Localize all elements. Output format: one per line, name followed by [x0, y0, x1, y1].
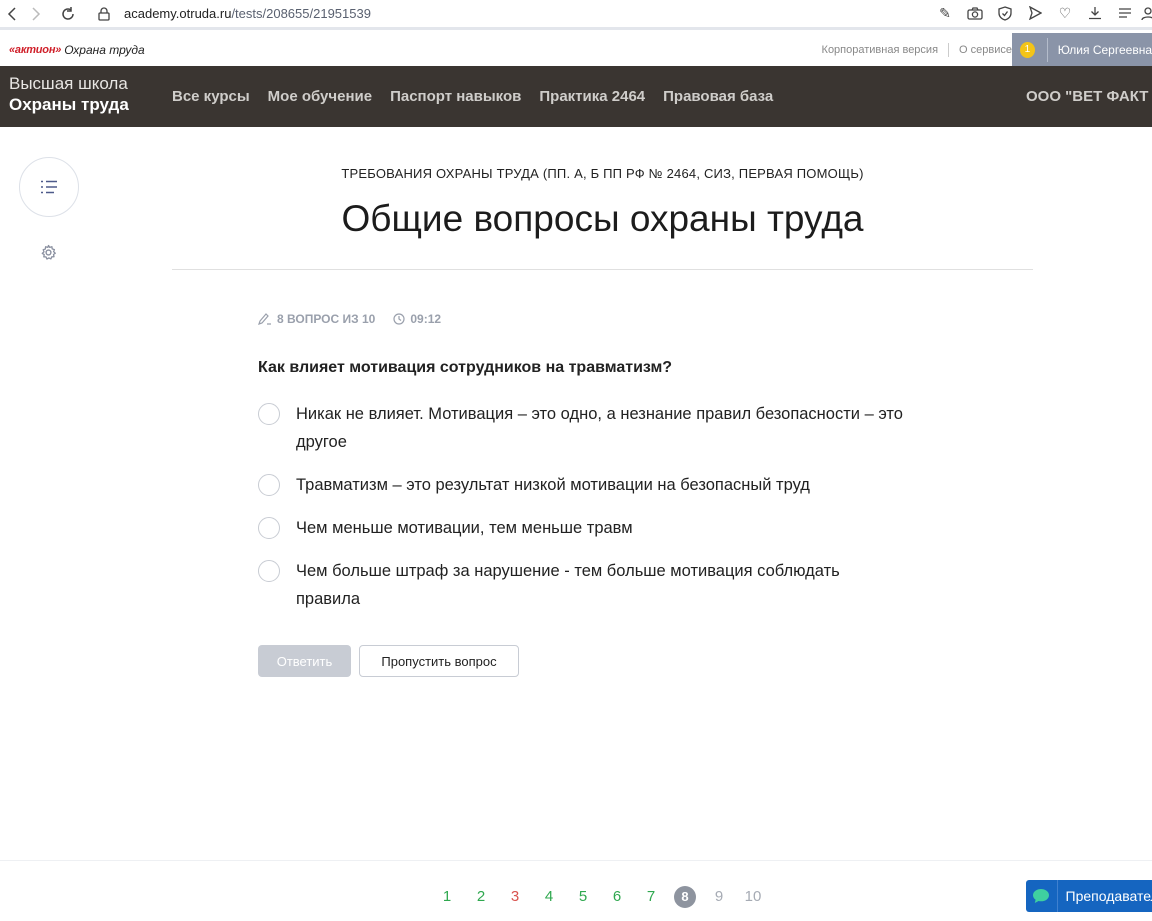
answer-option-label[interactable]: Травматизм – это результат низкой мотива…	[296, 471, 810, 499]
page-title: Общие вопросы охраны труда	[341, 198, 864, 239]
lock-icon	[98, 6, 110, 21]
question-timer: 09:12	[393, 312, 441, 326]
header-divider	[172, 269, 1033, 270]
brand-name: «актион»	[9, 43, 62, 56]
forward-icon[interactable]	[24, 4, 48, 24]
address-bar[interactable]: academy.otruda.ru /tests/208655/21951539	[98, 6, 371, 21]
page-link-4[interactable]: 4	[532, 885, 566, 909]
reload-icon[interactable]	[56, 4, 80, 24]
list-icon	[41, 180, 57, 194]
radio-button[interactable]	[258, 560, 280, 582]
question-text: Как влияет мотивация сотрудников на трав…	[258, 359, 673, 376]
user-name: Юлия Сергеевна	[1057, 42, 1152, 57]
chat-icon	[1026, 880, 1057, 912]
top-links: Корпоративная версия О сервисе	[822, 33, 1012, 66]
nav-my-learning[interactable]: Мое обучение	[268, 88, 372, 105]
page-link-current[interactable]: 8	[668, 885, 702, 909]
menu-lines-icon[interactable]	[1110, 7, 1140, 19]
user-menu[interactable]: 1 Юлия Сергеевна	[1012, 33, 1152, 66]
profile-icon[interactable]	[1140, 6, 1152, 20]
user-divider	[1046, 37, 1048, 62]
contents-button[interactable]	[19, 157, 79, 217]
chat-divider	[1056, 880, 1058, 912]
school-line-2: Охраны труда	[9, 95, 129, 114]
nav-menu: Все курсы Мое обучение Паспорт навыков П…	[172, 66, 791, 127]
answer-option[interactable]: Чем больше штраф за нарушение - тем боль…	[258, 558, 938, 613]
answer-option[interactable]: Травматизм – это результат низкой мотива…	[258, 472, 938, 499]
page-link-10[interactable]: 10	[736, 885, 770, 909]
footer-divider	[0, 860, 1152, 861]
page-link-1[interactable]: 1	[430, 885, 464, 909]
main-nav: Высшая школа Охраны труда Все курсы Мое …	[0, 66, 1152, 127]
answer-option[interactable]: Чем меньше мотивации, тем меньше травм	[258, 515, 938, 542]
radio-button[interactable]	[258, 474, 280, 496]
question-pagination: 1 2 3 4 5 6 7 8 9 10	[430, 885, 770, 909]
url-domain: academy.otruda.ru	[124, 6, 232, 21]
nav-all-courses[interactable]: Все курсы	[172, 88, 250, 105]
page-link-3[interactable]: 3	[498, 885, 532, 909]
nav-practice-2464[interactable]: Практика 2464	[539, 88, 645, 105]
pen-icon	[258, 313, 271, 325]
browser-toolbar: academy.otruda.ru /tests/208655/21951539…	[0, 0, 1152, 30]
heart-icon[interactable]: ♡	[1050, 5, 1080, 22]
current-page-number: 8	[674, 886, 696, 908]
page-link-6[interactable]: 6	[600, 885, 634, 909]
radio-button[interactable]	[258, 517, 280, 539]
page-link-9[interactable]: 9	[702, 885, 736, 909]
answer-option-label[interactable]: Никак не влияет. Мотивация – это одно, а…	[296, 400, 938, 456]
answer-button[interactable]: Ответить	[258, 645, 351, 677]
browser-actions: ✎ ♡	[930, 0, 1152, 26]
question-meta: 8 ВОПРОС ИЗ 10 09:12	[258, 312, 459, 326]
top-strip: «актион» Охрана труда Корпоративная верс…	[0, 33, 1152, 66]
chat-label: Преподаватель	[1065, 888, 1152, 904]
url-path: /tests/208655/21951539	[231, 6, 371, 21]
brand-subtitle: Охрана труда	[64, 42, 145, 57]
course-title: ТРЕБОВАНИЯ ОХРАНЫ ТРУДА (ПП. А, Б ПП РФ …	[341, 166, 864, 181]
shield-icon[interactable]	[990, 5, 1020, 21]
link-divider	[948, 42, 950, 57]
nav-skills-passport[interactable]: Паспорт навыков	[390, 88, 521, 105]
answer-option-label[interactable]: Чем больше штраф за нарушение - тем боль…	[296, 557, 896, 613]
timer-text: 09:12	[410, 312, 442, 326]
back-icon[interactable]	[0, 4, 24, 24]
school-logo[interactable]: Высшая школа Охраны труда	[9, 73, 129, 115]
page-link-2[interactable]: 2	[464, 885, 498, 909]
edit-icon[interactable]: ✎	[930, 5, 960, 22]
page-link-5[interactable]: 5	[566, 885, 600, 909]
settings-button[interactable]	[38, 242, 58, 262]
send-icon[interactable]	[1020, 6, 1050, 20]
skip-question-button[interactable]: Пропустить вопрос	[359, 645, 519, 677]
page-link-7[interactable]: 7	[634, 885, 668, 909]
teacher-chat-button[interactable]: Преподаватель	[1026, 880, 1152, 912]
clock-icon	[393, 313, 405, 325]
about-service-link[interactable]: О сервисе	[959, 44, 1012, 56]
nav-legal-base[interactable]: Правовая база	[663, 88, 773, 105]
camera-icon[interactable]	[960, 6, 990, 20]
radio-button[interactable]	[258, 403, 280, 425]
gear-icon	[41, 244, 56, 260]
answer-option-label[interactable]: Чем меньше мотивации, тем меньше травм	[296, 514, 633, 542]
question-progress: 8 ВОПРОС ИЗ 10	[258, 312, 375, 326]
notification-badge[interactable]: 1	[1020, 41, 1035, 58]
school-line-1: Высшая школа	[9, 74, 128, 93]
progress-text: 8 ВОПРОС ИЗ 10	[277, 312, 376, 326]
download-icon[interactable]	[1080, 6, 1110, 20]
answer-options: Никак не влияет. Мотивация – это одно, а…	[258, 401, 938, 629]
answer-option[interactable]: Никак не влияет. Мотивация – это одно, а…	[258, 401, 938, 456]
aktion-logo[interactable]: «актион» Охрана труда	[9, 43, 145, 57]
organization-name[interactable]: ООО "ВЕТ ФАКТ	[1026, 66, 1152, 127]
corporate-version-link[interactable]: Корпоративная версия	[822, 44, 939, 56]
